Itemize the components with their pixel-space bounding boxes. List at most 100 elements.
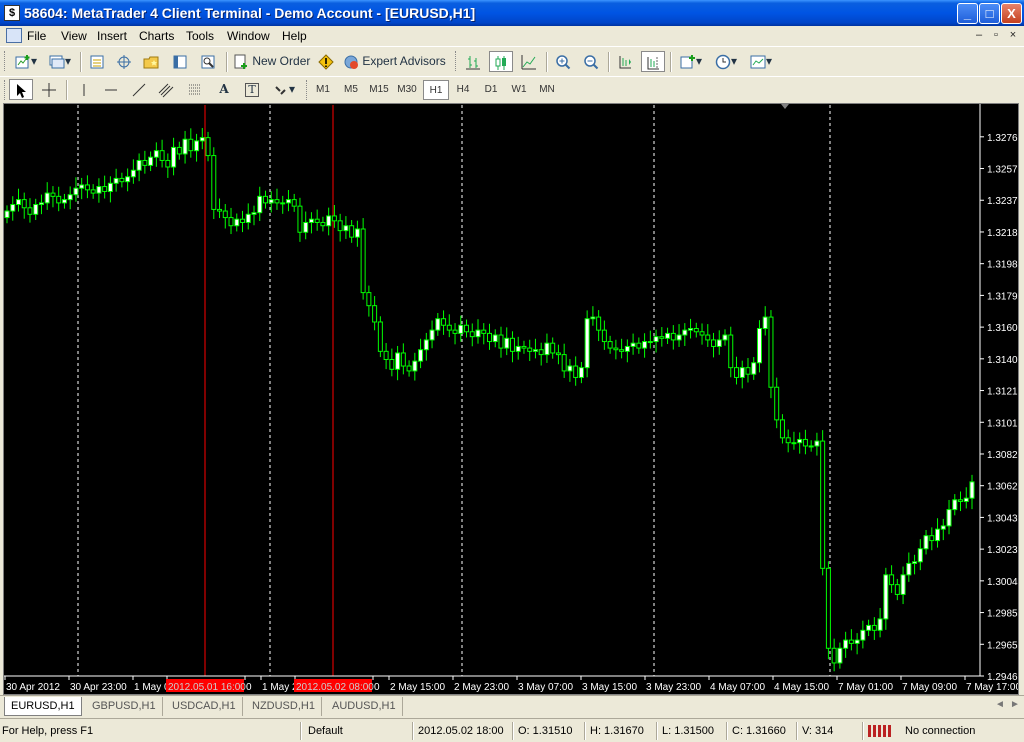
candle-body (285, 199, 291, 204)
close-button[interactable]: X (1001, 3, 1022, 24)
line-chart-button[interactable] (518, 51, 540, 72)
candle-body (573, 365, 579, 378)
candle-body (940, 525, 946, 530)
toolbar-grip[interactable] (4, 51, 7, 71)
candle-body (366, 292, 372, 307)
vertical-line-tool[interactable] (73, 79, 95, 100)
candle-body (153, 150, 159, 158)
app-icon[interactable]: $ (4, 5, 20, 21)
timeframe-m30[interactable]: M30 (394, 80, 420, 100)
candle-body (923, 535, 929, 550)
text-label-tool[interactable]: T (241, 79, 263, 100)
document-icon[interactable] (6, 28, 22, 43)
candle-body (653, 336, 659, 343)
trendline-tool[interactable] (128, 79, 150, 100)
bar-chart-button[interactable] (462, 51, 484, 72)
chart-shift-button[interactable] (641, 51, 665, 72)
title-bar[interactable]: $ 58604: MetaTrader 4 Client Terminal - … (0, 0, 1024, 26)
eurusd-h1-chart[interactable]: 1.32765 1.32570 1.32375 1.32180 1.31985 1.317… (4, 104, 1018, 694)
new-chart-button[interactable]: ▾ (10, 51, 42, 72)
menu-insert[interactable]: Insert (97, 29, 127, 43)
menu-tools[interactable]: Tools (186, 29, 214, 43)
mdi-restore-button[interactable]: ▫ (989, 28, 1003, 42)
candle-body (469, 331, 475, 338)
tab-usdcad[interactable]: USDCAD,H1 (166, 697, 243, 716)
menu-bar: File View Insert Charts Tools Window Hel… (0, 26, 1024, 46)
timeframe-d1[interactable]: D1 (478, 80, 504, 100)
equidistant-channel-tool[interactable] (155, 79, 177, 100)
crosshair-tool[interactable] (38, 79, 60, 100)
candle-body (871, 624, 877, 631)
time-tick-label: 3 May 15:00 (582, 682, 637, 693)
timeframe-m15[interactable]: M15 (366, 80, 392, 100)
time-tick-label: 2 May 15:00 (390, 682, 445, 693)
menu-window[interactable]: Window (227, 29, 270, 43)
zoom-in-button[interactable] (552, 51, 574, 72)
line-chart-icon (521, 54, 536, 70)
menu-view[interactable]: View (61, 29, 87, 43)
timeframe-w1[interactable]: W1 (506, 80, 532, 100)
navigator-button[interactable] (141, 51, 161, 72)
profiles-button[interactable]: ▾ (46, 51, 74, 72)
cursor-tool[interactable] (9, 79, 33, 100)
autoscroll-button[interactable] (614, 51, 636, 72)
menu-file[interactable]: File (27, 29, 46, 43)
toolbar-grip[interactable] (4, 80, 7, 100)
chart-window[interactable]: 1.32765 1.32570 1.32375 1.32180 1.31985 1.317… (3, 103, 1019, 695)
tab-scroll-right-icon[interactable]: ► (1010, 699, 1020, 710)
candle-body (326, 215, 332, 227)
terminal-button[interactable] (170, 51, 190, 72)
zoom-out-button[interactable] (580, 51, 602, 72)
fibonacci-tool[interactable] (184, 79, 206, 100)
tab-nzdusd[interactable]: NZDUSD,H1 (246, 697, 322, 716)
toolbar-grip[interactable] (455, 51, 458, 71)
minimize-button[interactable]: _ (957, 3, 978, 24)
indicators-button[interactable]: ▾ (676, 51, 706, 72)
timeframe-m5[interactable]: M5 (338, 80, 364, 100)
price-tick-label: 1.30625 (987, 482, 1018, 493)
timeframe-h4[interactable]: H4 (450, 80, 476, 100)
candlesticks-button[interactable] (489, 51, 513, 72)
menu-help[interactable]: Help (282, 29, 307, 43)
candle-body (61, 199, 67, 204)
status-help: For Help, press F1 (2, 725, 94, 737)
mdi-minimize-button[interactable]: – (972, 28, 986, 42)
horizontal-line-tool[interactable] (100, 79, 122, 100)
status-divider (412, 722, 414, 740)
candle-body (441, 318, 447, 326)
status-high: H: 1.31670 (590, 725, 644, 737)
arrows-tool[interactable]: ▾ (270, 79, 298, 100)
new-order-button[interactable]: New Order (233, 51, 311, 72)
timeframe-mn[interactable]: MN (534, 80, 560, 100)
timeframe-m1[interactable]: M1 (310, 80, 336, 100)
candle-body (199, 137, 205, 142)
text-label-icon: T (245, 83, 259, 97)
tab-eurusd[interactable]: EURUSD,H1 (4, 697, 82, 716)
alert-button[interactable] (316, 51, 336, 72)
candle-body (113, 177, 119, 184)
tab-gbpusd[interactable]: GBPUSD,H1 (86, 697, 163, 716)
metatrader-window: $ 58604: MetaTrader 4 Client Terminal - … (0, 0, 1024, 742)
maximize-button[interactable]: □ (979, 3, 1000, 24)
toolbar-grip[interactable] (306, 80, 309, 100)
chart-shift-marker (781, 104, 789, 109)
tab-audusd[interactable]: AUDUSD,H1 (326, 697, 403, 716)
status-volume: V: 314 (802, 725, 834, 737)
candle-body (240, 218, 246, 223)
terminal-icon (173, 55, 187, 69)
periods-button[interactable]: ▾ (711, 51, 741, 72)
templates-button[interactable]: ▾ (746, 51, 776, 72)
candle-body (613, 347, 619, 351)
strategy-tester-button[interactable] (198, 51, 218, 72)
candle-body (107, 182, 113, 192)
timeframe-h1[interactable]: H1 (423, 80, 449, 100)
market-watch-button[interactable] (87, 51, 107, 72)
time-tick-label: 7 May 09:00 (902, 682, 957, 693)
menu-charts[interactable]: Charts (139, 29, 174, 43)
text-tool[interactable]: A (213, 79, 235, 100)
tab-scroll-left-icon[interactable]: ◄ (995, 699, 1005, 710)
candle-body (774, 386, 780, 421)
data-window-button[interactable] (114, 51, 134, 72)
mdi-close-button[interactable]: × (1006, 28, 1020, 42)
expert-advisors-button[interactable]: Expert Advisors (343, 51, 447, 72)
